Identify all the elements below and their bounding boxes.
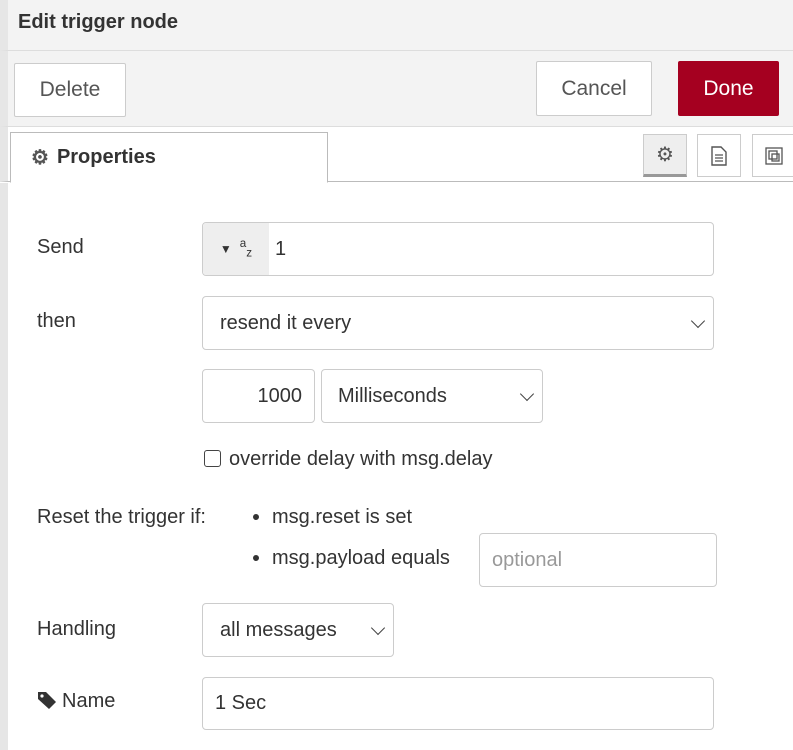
delay-unit-select[interactable]: Milliseconds [321,369,543,423]
override-delay-label: override delay with msg.delay [229,448,493,470]
name-label: Name [62,690,116,712]
delay-unit-value: Milliseconds [338,384,447,407]
frame-icon [765,146,783,165]
cancel-button[interactable]: Cancel [536,61,652,116]
description-button[interactable] [697,134,741,177]
handling-label: Handling [37,618,116,640]
send-value: 1 [275,237,287,260]
delete-button[interactable]: Delete [14,63,126,117]
gear-icon: ⚙ [31,147,49,169]
tag-icon [37,691,57,714]
done-button[interactable]: Done [678,61,779,116]
override-delay-checkbox[interactable] [204,450,221,467]
reset-payload-input[interactable]: optional [479,533,717,587]
chevron-down-icon [519,386,535,402]
type-select-button[interactable]: ▼ az [203,223,269,275]
bullet [253,555,259,561]
reset-option-2: msg.payload equals [272,547,450,569]
tab-properties[interactable]: ⚙ Properties [10,132,328,183]
delay-input[interactable]: 1000 [202,369,315,423]
bullet [253,514,259,520]
send-input[interactable]: ▼ az 1 [202,222,714,276]
reset-option-1: msg.reset is set [272,506,413,528]
handling-value: all messages [220,618,337,641]
appearance-button[interactable] [752,134,793,177]
tab-label: Properties [56,146,156,168]
then-label: then [37,310,76,332]
document-icon [711,145,727,166]
dialog-title: Edit trigger node [18,11,178,33]
properties-gear-button[interactable]: ⚙ [643,134,687,177]
reset-label: Reset the trigger if: [37,506,206,528]
name-input[interactable]: 1 Sec [202,677,714,730]
then-value: resend it every [220,311,352,334]
chevron-down-icon [370,620,386,636]
gear-icon: ⚙ [656,144,674,166]
caret-down-icon: ▼ [219,242,232,256]
then-select[interactable]: resend it every [202,296,714,350]
string-type-icon: az [239,237,253,260]
send-label: Send [37,236,84,258]
handling-select[interactable]: all messages [202,603,394,657]
chevron-down-icon [690,313,706,329]
